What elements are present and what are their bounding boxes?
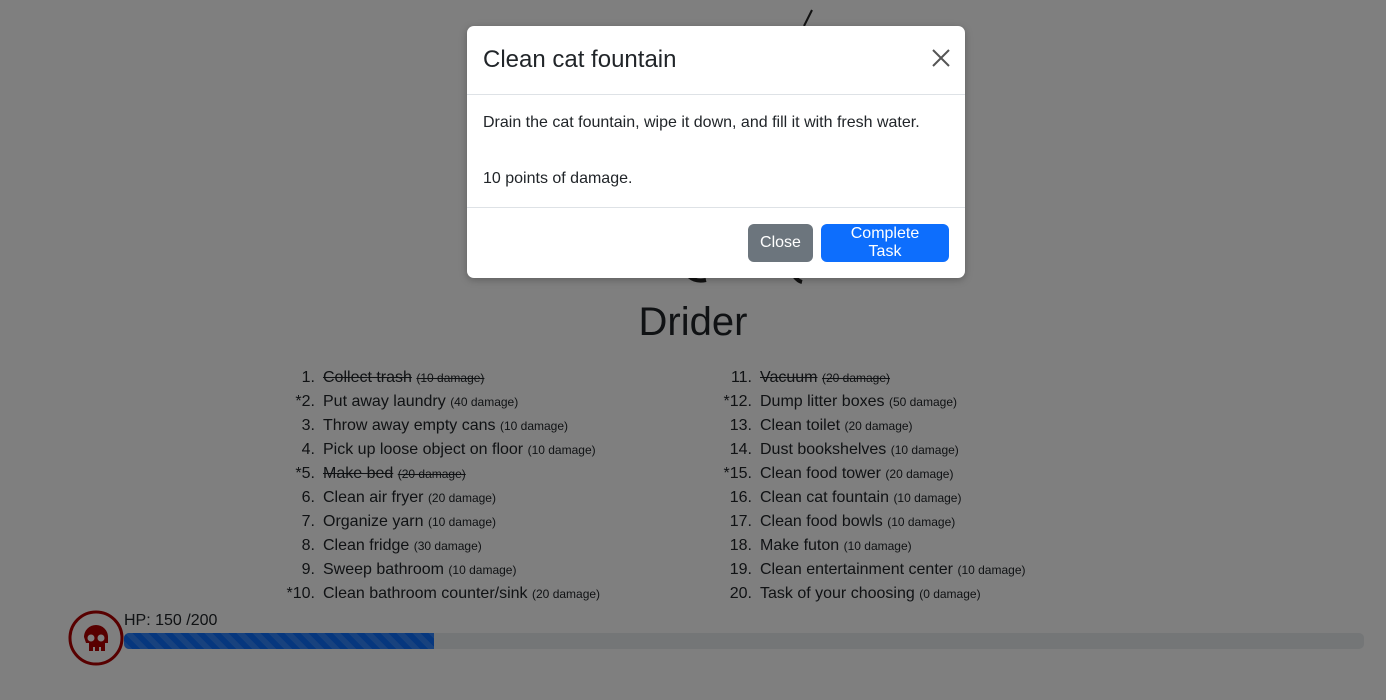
modal-header: Clean cat fountain [467,26,965,95]
complete-task-button[interactable]: Complete Task [821,224,949,262]
close-button[interactable]: Close [748,224,813,262]
modal-footer: Close Complete Task [467,208,965,278]
task-description: Drain the cat fountain, wipe it down, an… [483,114,920,131]
modal-title: Clean cat fountain [483,46,677,73]
task-damage: 10 points of damage. [483,170,633,187]
close-icon[interactable] [931,48,951,68]
task-modal: Clean cat fountain Drain the cat fountai… [467,26,965,278]
modal-body: Drain the cat fountain, wipe it down, an… [467,95,965,208]
